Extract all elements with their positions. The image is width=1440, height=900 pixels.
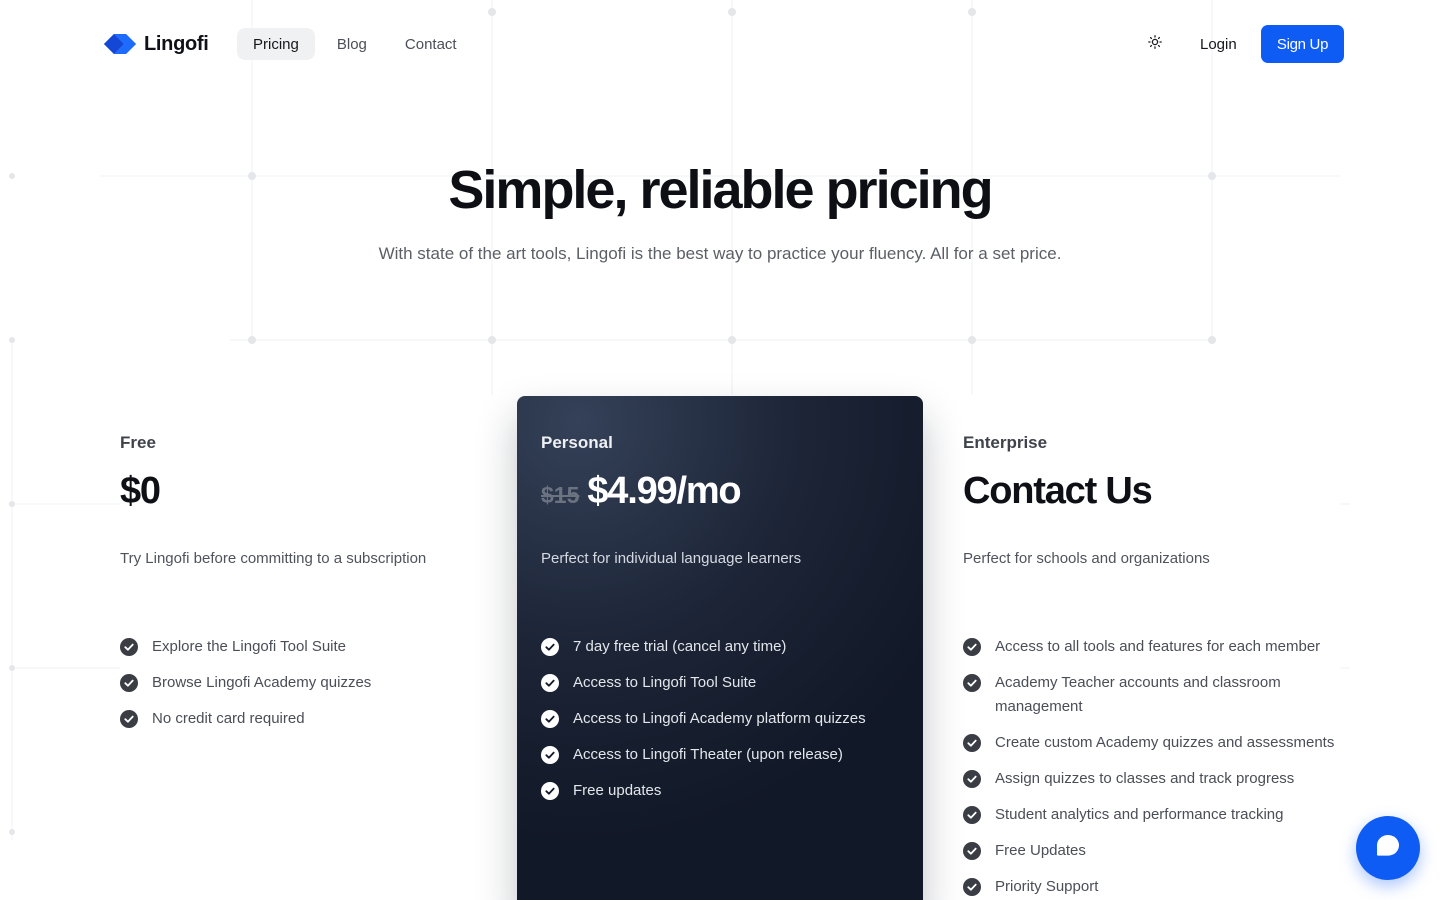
feature-item: Create custom Academy quizzes and assess…: [963, 731, 1343, 755]
chat-bubble-icon: [1375, 833, 1401, 864]
feature-item: Student analytics and performance tracki…: [963, 803, 1343, 827]
nav-item-contact[interactable]: Contact: [389, 28, 473, 60]
feature-item: 7 day free trial (cancel any time): [541, 635, 899, 659]
check-circle-icon: [541, 674, 559, 692]
feature-text: Free Updates: [995, 842, 1086, 859]
feature-text: Browse Lingofi Academy quizzes: [152, 674, 372, 691]
feature-item: Access to Lingofi Theater (upon release): [541, 743, 899, 767]
feature-text: Access to Lingofi Tool Suite: [573, 674, 757, 691]
feature-list: 7 day free trial (cancel any time) Acces…: [541, 635, 899, 803]
nav-item-blog[interactable]: Blog: [321, 28, 383, 60]
feature-list: Explore the Lingofi Tool Suite Browse Li…: [120, 635, 480, 731]
price-row: $0: [120, 469, 480, 513]
hero-section: Simple, reliable pricing With state of t…: [0, 158, 1440, 264]
feature-text: Explore the Lingofi Tool Suite: [152, 638, 347, 655]
sun-icon: [1148, 34, 1162, 54]
check-circle-icon: [541, 638, 559, 656]
check-circle-icon: [963, 674, 981, 692]
main-nav: Pricing Blog Contact: [237, 28, 473, 60]
check-circle-icon: [541, 710, 559, 728]
theme-toggle-button[interactable]: [1144, 33, 1166, 55]
feature-item: Priority Support: [963, 875, 1343, 899]
plan-description: Perfect for individual language learners: [541, 550, 802, 567]
nav-item-pricing[interactable]: Pricing: [237, 28, 315, 60]
check-circle-icon: [120, 710, 138, 728]
feature-list: Access to all tools and features for eac…: [963, 635, 1343, 899]
feature-text: Access to all tools and features for eac…: [995, 638, 1321, 655]
brand-logo[interactable]: Lingofi: [104, 30, 209, 58]
feature-item: Assign quizzes to classes and track prog…: [963, 767, 1343, 791]
feature-text: 7 day free trial (cancel any time): [573, 638, 787, 655]
feature-item: Access to all tools and features for eac…: [963, 635, 1343, 659]
feature-text: Priority Support: [995, 878, 1099, 895]
check-circle-icon: [963, 806, 981, 824]
check-circle-icon: [963, 878, 981, 896]
price-row: Contact Us: [963, 469, 1343, 513]
feature-item: Explore the Lingofi Tool Suite: [120, 635, 480, 659]
feature-text: Academy Teacher accounts and classroom m…: [995, 674, 1281, 715]
feature-item: Free Updates: [963, 839, 1343, 863]
check-circle-icon: [963, 734, 981, 752]
feature-item: Browse Lingofi Academy quizzes: [120, 671, 480, 695]
feature-item: No credit card required: [120, 707, 480, 731]
login-button[interactable]: Login: [1186, 25, 1251, 63]
plan-name: Free: [120, 433, 156, 452]
lingofi-diamond-logo-icon: [104, 30, 136, 58]
plan-name: Enterprise: [963, 433, 1048, 452]
feature-item: Access to Lingofi Academy platform quizz…: [541, 707, 899, 731]
feature-text: No credit card required: [152, 710, 305, 727]
feature-text: Create custom Academy quizzes and assess…: [995, 734, 1335, 751]
original-price: $15: [541, 482, 580, 508]
feature-item: Access to Lingofi Tool Suite: [541, 671, 899, 695]
check-circle-icon: [541, 746, 559, 764]
check-circle-icon: [963, 638, 981, 656]
check-circle-icon: [963, 770, 981, 788]
feature-text: Access to Lingofi Academy platform quizz…: [573, 710, 866, 727]
plan-card-free: Free $0 Try Lingofi before committing to…: [120, 396, 480, 743]
feature-text: Access to Lingofi Theater (upon release): [573, 746, 843, 763]
page-title: Simple, reliable pricing: [448, 160, 993, 220]
plan-price: Contact Us: [963, 470, 1153, 512]
signup-button[interactable]: Sign Up: [1261, 25, 1344, 63]
check-circle-icon: [963, 842, 981, 860]
feature-text: Assign quizzes to classes and track prog…: [995, 770, 1295, 787]
plan-description: Try Lingofi before committing to a subsc…: [120, 550, 427, 567]
chat-launcher-button[interactable]: [1356, 816, 1420, 880]
plan-card-personal: Personal $15 $4.99/mo Perfect for indivi…: [517, 396, 923, 900]
plan-price: $0: [120, 470, 161, 512]
plan-card-enterprise: Enterprise Contact Us Perfect for school…: [963, 396, 1343, 900]
price-row: $15 $4.99/mo: [541, 469, 899, 513]
top-navbar: Lingofi Pricing Blog Contact Login Sign …: [0, 0, 1440, 88]
feature-text: Student analytics and performance tracki…: [995, 806, 1284, 823]
brand-name: Lingofi: [144, 32, 209, 55]
plan-price: $4.99/mo: [587, 470, 741, 512]
plan-description: Perfect for schools and organizations: [963, 550, 1210, 567]
plan-name: Personal: [541, 433, 613, 452]
feature-item: Academy Teacher accounts and classroom m…: [963, 671, 1343, 719]
check-circle-icon: [120, 638, 138, 656]
check-circle-icon: [120, 674, 138, 692]
feature-text: Free updates: [573, 782, 662, 799]
feature-item: Free updates: [541, 779, 899, 803]
check-circle-icon: [541, 782, 559, 800]
page-subtitle: With state of the art tools, Lingofi is …: [378, 244, 1062, 263]
